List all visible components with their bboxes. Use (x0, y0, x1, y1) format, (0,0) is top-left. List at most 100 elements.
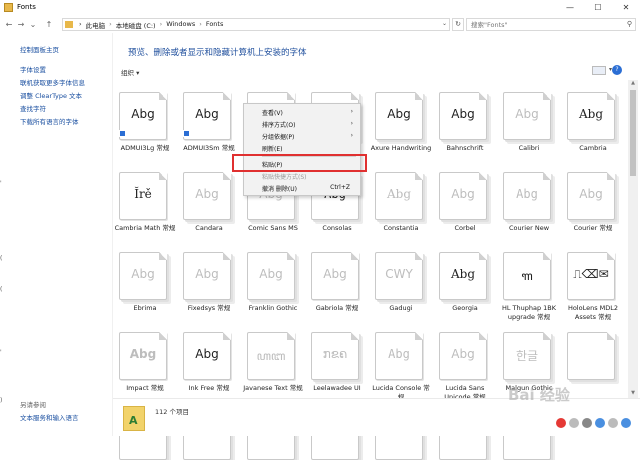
font-sample-preview: Abg (387, 107, 411, 121)
refresh-button[interactable]: ↻ (452, 18, 464, 31)
breadcrumb-local-disk[interactable]: 本地磁盘 (C:) (116, 20, 156, 30)
font-name-label: HL Thuphap 1BK upgrade 常规 (501, 304, 557, 321)
scroll-down-icon[interactable]: ▼ (628, 390, 638, 398)
font-name-label: Javanese Text 常规 (243, 384, 303, 392)
font-name-label: Courier 常规 (573, 224, 613, 232)
font-settings-link[interactable]: 字体设置 (20, 64, 46, 74)
scroll-thumb[interactable] (630, 90, 636, 176)
font-file-icon: Abg (567, 92, 615, 140)
breadcrumb-windows[interactable]: Windows (166, 20, 195, 30)
edge-mark: ' (0, 180, 2, 187)
font-file-icon: Abg (183, 92, 231, 140)
font-name-label: Leelawadee UI (313, 384, 361, 392)
adjust-cleartype-link[interactable]: 调整 ClearType 文本 (20, 90, 82, 100)
watermark: Bai 经验 (508, 386, 570, 404)
font-sample-preview: Abg (386, 187, 412, 201)
menu-item-sort-by[interactable]: 排序方式(O) (262, 120, 295, 129)
breadcrumb: › 此电脑 › 本地磁盘 (C:) › Windows › Fonts (79, 20, 223, 30)
text-services-link[interactable]: 文本服务和输入语言 (20, 412, 79, 422)
forward-button[interactable]: → (16, 18, 26, 31)
font-file-icon: Abg (439, 172, 487, 220)
edge-mark: ' (0, 349, 2, 356)
page-heading: 预览、删除或者显示和隐藏计算机上安装的字体 (128, 48, 307, 58)
context-menu: 查看(V) › 排序方式(O) › 分组依据(P) › 刷新(E) 粘贴(P) … (243, 103, 361, 196)
font-sample-preview: Abg (515, 107, 539, 121)
font-file-icon: Abg (439, 332, 487, 380)
font-name-label: Ebrima (133, 304, 157, 312)
submenu-arrow-icon: › (350, 108, 353, 115)
tray-app-icon (582, 418, 592, 428)
font-sample-preview: Abg (323, 267, 347, 281)
menu-item-view[interactable]: 查看(V) (262, 108, 283, 117)
font-file-icon: Abg (119, 332, 167, 380)
font-file-icon: Abg (375, 92, 423, 140)
font-name-label: Impact 常规 (126, 384, 164, 392)
edge-mark: ( (0, 255, 3, 262)
font-name-label: Comic Sans MS (248, 224, 298, 232)
font-name-label: HoloLens MDL2 Assets 常规 (567, 304, 619, 321)
font-file-icon: Abg (311, 252, 359, 300)
address-folder-icon (65, 21, 73, 28)
font-file-icon: CWY (375, 252, 423, 300)
command-bar: 组织 ▾ ▾ ? (113, 64, 628, 78)
font-name-label: Fixedsys 常规 (187, 304, 231, 312)
left-pane: 控制面板主页 字体设置 联机获取更多字体信息 调整 ClearType 文本 查… (0, 33, 113, 436)
see-also-heading: 另请参阅 (20, 401, 46, 409)
tray-icons (556, 418, 638, 430)
up-button[interactable]: ↑ (44, 18, 54, 31)
search-input[interactable] (467, 19, 617, 30)
font-letter-glyph: A (129, 414, 138, 427)
paste-highlight-box (232, 154, 367, 172)
control-panel-home-link[interactable]: 控制面板主页 (20, 44, 59, 54)
font-sample-preview: Abg (578, 107, 604, 121)
organize-button[interactable]: 组织 ▾ (121, 67, 139, 77)
submenu-arrow-icon: › (350, 120, 353, 127)
font-sample-preview: Ĭrě (134, 187, 152, 201)
tray-app-icon (569, 418, 579, 428)
find-character-link[interactable]: 查找字符 (20, 103, 46, 113)
recent-locations-button[interactable]: ⌄ (28, 18, 38, 31)
breadcrumb-this-pc[interactable]: 此电脑 (86, 20, 106, 30)
download-all-fonts-link[interactable]: 下载所有语言的字体 (20, 116, 79, 126)
font-name-label: Calibri (518, 144, 540, 152)
window-title: Fonts (17, 3, 36, 11)
menu-item-paste-shortcut[interactable]: 粘贴快捷方式(S) (262, 172, 307, 181)
back-button[interactable]: ← (4, 18, 14, 31)
menu-item-group-by[interactable]: 分组依据(P) (262, 132, 294, 141)
title-bar: Fonts — ☐ ✕ (0, 0, 640, 16)
font-sample-preview: ꦲꦧ (256, 349, 286, 363)
font-file-icon: Abg (375, 172, 423, 220)
get-font-info-online-link[interactable]: 联机获取更多字体信息 (20, 77, 85, 87)
scroll-up-icon[interactable]: ▲ (628, 80, 638, 88)
font-file-icon: Abg (503, 172, 551, 220)
font-name-label: Axure Handwriting (370, 144, 432, 152)
menu-item-undo-delete[interactable]: 撤消 删除(U) (262, 184, 297, 193)
font-sample-preview: ⎍⌫✉ (573, 267, 609, 281)
search-box[interactable]: ⚲ (466, 18, 636, 31)
breadcrumb-fonts[interactable]: Fonts (206, 20, 224, 30)
font-name-label: Ink Free 常规 (188, 384, 230, 392)
menu-item-refresh[interactable]: 刷新(E) (262, 144, 282, 153)
breadcrumb-separator: › (199, 20, 202, 28)
font-sample-preview: ກຂຄ (322, 347, 348, 361)
vertical-scrollbar[interactable]: ▲ ▼ (628, 80, 638, 398)
close-button[interactable]: ✕ (612, 0, 640, 16)
maximize-button[interactable]: ☐ (584, 0, 612, 16)
font-file-icon: Abg (439, 252, 487, 300)
help-button[interactable]: ? (612, 65, 622, 75)
address-bar[interactable]: › 此电脑 › 本地磁盘 (C:) › Windows › Fonts ⌄ (62, 18, 450, 31)
breadcrumb-separator: › (159, 20, 163, 28)
minimize-button[interactable]: — (556, 0, 584, 16)
edge-mark: ) (0, 397, 3, 404)
font-sample-preview: Abg (195, 107, 219, 121)
address-dropdown-icon[interactable]: ⌄ (442, 20, 447, 27)
font-file-icon: Abg (183, 332, 231, 380)
font-file-icon: ꧑ (503, 252, 551, 300)
shortcut-arrow-icon (119, 130, 126, 137)
change-view-button[interactable] (592, 66, 606, 75)
breadcrumb-separator: › (109, 20, 112, 28)
font-sample-preview: CWY (385, 267, 413, 281)
font-file-icon: Abg (183, 172, 231, 220)
address-row: ← → ⌄ ↑ › 此电脑 › 本地磁盘 (C:) › Windows › Fo… (0, 16, 640, 33)
fonts-folder-icon (4, 3, 13, 12)
